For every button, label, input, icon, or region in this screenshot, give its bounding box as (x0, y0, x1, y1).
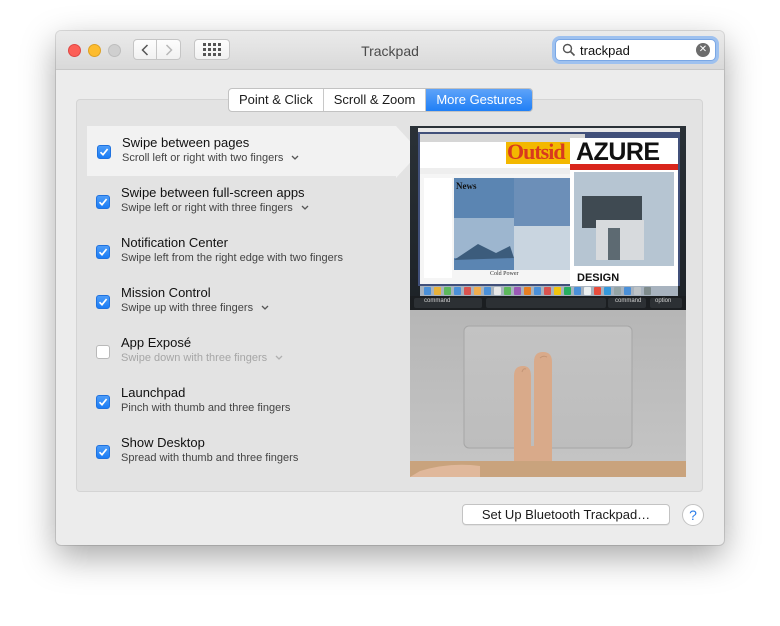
setup-bluetooth-trackpad-button[interactable]: Set Up Bluetooth Trackpad… (462, 504, 670, 525)
gesture-option[interactable]: Swipe left or right with three fingers (121, 202, 309, 214)
preferences-window: Trackpad ✕ Point & Click Scroll & Zoom M… (56, 31, 724, 545)
checkbox-launchpad[interactable] (96, 395, 110, 409)
gesture-preview-video: Outsid AZURE DESIGN News Cold Power comm… (410, 126, 686, 477)
checkmark-icon (98, 398, 108, 406)
search-icon (562, 43, 576, 57)
gesture-notification-center[interactable]: Notification Center Swipe left from the … (86, 226, 396, 276)
checkbox-swipe-full-screen-apps[interactable] (96, 195, 110, 209)
gesture-app-expose[interactable]: App Exposé Swipe down with three fingers (86, 326, 396, 376)
preview-key-label: command (424, 298, 451, 304)
search-input[interactable] (580, 41, 690, 59)
preview-magazine-title-right: AZURE (576, 138, 660, 166)
preview-key-label: option (655, 298, 672, 304)
gesture-launchpad[interactable]: Launchpad Pinch with thumb and three fin… (86, 376, 396, 426)
preview-design-label: DESIGN (577, 272, 620, 284)
chevron-down-icon (275, 355, 283, 360)
chevron-down-icon (301, 205, 309, 210)
preview-illustration (410, 126, 686, 477)
checkmark-icon (98, 248, 108, 256)
gesture-name: Show Desktop (121, 435, 205, 450)
gesture-option[interactable]: Swipe down with three fingers (121, 352, 283, 364)
gesture-list: Swipe between pages Scroll left or right… (86, 126, 420, 476)
search-field[interactable]: ✕ (555, 39, 716, 61)
clear-search-icon[interactable]: ✕ (696, 43, 710, 57)
checkbox-swipe-between-pages[interactable] (97, 145, 111, 159)
gesture-show-desktop[interactable]: Show Desktop Spread with thumb and three… (86, 426, 396, 476)
gesture-desc: Swipe up with three fingers (121, 302, 254, 314)
tab-point-click[interactable]: Point & Click (229, 89, 324, 111)
chevron-down-icon (261, 305, 269, 310)
tab-bar: Point & Click Scroll & Zoom More Gesture… (228, 88, 534, 112)
preview-magazine-title-left: Outsid (507, 139, 566, 164)
title-bar: Trackpad ✕ (56, 31, 724, 70)
chevron-down-icon (291, 155, 299, 160)
tab-scroll-zoom[interactable]: Scroll & Zoom (324, 89, 427, 111)
gesture-desc: Swipe down with three fingers (121, 352, 268, 364)
gesture-name: Mission Control (121, 285, 211, 300)
gesture-name: Notification Center (121, 235, 228, 250)
preview-caption: Cold Power (490, 271, 519, 277)
preview-news-label: News (456, 181, 477, 191)
gesture-mission-control[interactable]: Mission Control Swipe up with three fing… (86, 276, 396, 326)
gesture-swipe-between-pages[interactable]: Swipe between pages Scroll left or right… (87, 126, 420, 178)
checkbox-notification-center[interactable] (96, 245, 110, 259)
checkbox-show-desktop[interactable] (96, 445, 110, 459)
help-button[interactable]: ? (682, 504, 704, 526)
tab-more-gestures[interactable]: More Gestures (426, 89, 533, 111)
gesture-option[interactable]: Scroll left or right with two fingers (122, 152, 299, 164)
gesture-name: Swipe between pages (122, 135, 250, 150)
checkmark-icon (98, 198, 108, 206)
gesture-desc: Swipe left or right with three fingers (121, 202, 293, 214)
gesture-desc: Swipe left from the right edge with two … (121, 252, 343, 264)
gesture-option[interactable]: Swipe up with three fingers (121, 302, 269, 314)
checkbox-app-expose[interactable] (96, 345, 110, 359)
checkbox-mission-control[interactable] (96, 295, 110, 309)
gesture-name: Swipe between full-screen apps (121, 185, 305, 200)
gesture-swipe-full-screen-apps[interactable]: Swipe between full-screen apps Swipe lef… (86, 176, 396, 226)
gesture-desc: Pinch with thumb and three fingers (121, 402, 291, 414)
gesture-name: App Exposé (121, 335, 192, 350)
gesture-desc: Spread with thumb and three fingers (121, 452, 299, 464)
gesture-desc: Scroll left or right with two fingers (122, 152, 284, 164)
checkmark-icon (98, 298, 108, 306)
checkmark-icon (98, 448, 108, 456)
preview-key-label: command (615, 298, 642, 304)
checkmark-icon (99, 148, 109, 156)
gesture-name: Launchpad (121, 385, 186, 400)
